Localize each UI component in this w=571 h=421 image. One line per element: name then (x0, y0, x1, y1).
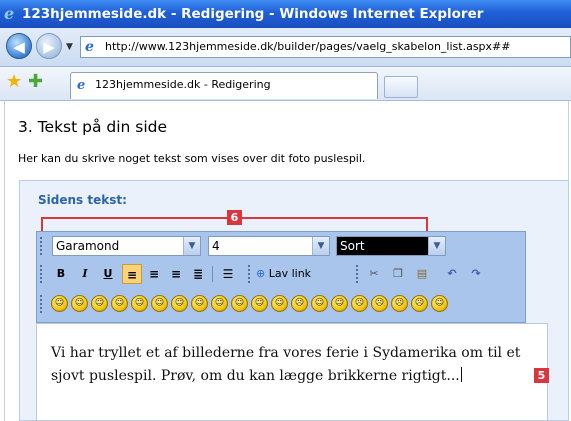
navigation-bar: ◀ ▶ ▼ e http://www.123hjemmeside.dk/buil… (0, 28, 571, 67)
toolbar-row-font: Garamond ▼ 4 ▼ Sort ▼ (38, 236, 528, 262)
annotation-badge-6: 6 (227, 210, 242, 225)
copy-icon[interactable]: ❐ (388, 264, 408, 284)
font-color-select[interactable]: Sort ▼ (336, 236, 446, 256)
smiley-grin-icon[interactable]: ☺ (71, 295, 88, 312)
address-bar[interactable]: e http://www.123hjemmeside.dk/builder/pa… (80, 36, 571, 58)
smiley-kiss-icon[interactable]: ☺ (271, 295, 288, 312)
smiley-sad-icon[interactable]: ☹ (291, 295, 308, 312)
smiley-blush-icon[interactable]: ☺ (231, 295, 248, 312)
create-link-label: Lav link (268, 267, 312, 280)
bold-button[interactable]: B (51, 264, 71, 284)
smiley-confused-icon[interactable]: ☺ (251, 295, 268, 312)
smiley-surprised-icon[interactable]: ☺ (111, 295, 128, 312)
page-title: 3. Tekst på din side (18, 118, 168, 136)
chevron-down-icon[interactable]: ▼ (312, 237, 329, 255)
smiley-smile-icon[interactable]: ☺ (91, 295, 108, 312)
smiley-shock-icon[interactable]: ☺ (211, 295, 228, 312)
smiley-cool-icon[interactable]: ☺ (151, 295, 168, 312)
new-tab-button[interactable] (384, 76, 418, 98)
toolbar-grip[interactable] (40, 295, 45, 313)
toolbar-row-format: B I U ≡ ≡ ≡ ≣ ☰ ⊕ Lav link ✂ ❐ ▤ ↶ ↷ (38, 264, 528, 290)
forward-button[interactable]: ▶ (36, 33, 62, 59)
italic-button[interactable]: I (75, 264, 95, 284)
intro-text: Her kan du skrive noget tekst som vises … (18, 152, 366, 165)
smiley-happy-icon[interactable]: ☺ (51, 295, 68, 312)
toolbar-grip[interactable] (356, 265, 361, 283)
smiley-sleepy-icon[interactable]: ☺ (331, 295, 348, 312)
smiley-evil-icon[interactable]: ☹ (411, 295, 428, 312)
toolbar-grip[interactable] (40, 265, 45, 283)
justify-button[interactable]: ≣ (188, 264, 208, 284)
favorites-bar: ★ ✚ e 123hjemmeside.dk - Redigering (0, 67, 571, 101)
link-globe-icon: ⊕ (256, 267, 266, 280)
align-center-button[interactable]: ≡ (144, 264, 164, 284)
toolbar-grip[interactable] (248, 265, 253, 283)
paste-icon[interactable]: ▤ (412, 264, 432, 284)
page-icon: e (77, 78, 86, 93)
text-cursor (460, 367, 462, 382)
smiley-nerd-icon[interactable]: ☺ (431, 295, 448, 312)
recent-pages-dropdown-icon[interactable]: ▼ (66, 42, 73, 52)
smiley-laugh-icon[interactable]: ☺ (171, 295, 188, 312)
editor-text: Vi har tryllet et af billederne fra vore… (51, 345, 521, 384)
toolbar-grip[interactable] (40, 237, 45, 255)
panel-heading: Sidens tekst: (38, 193, 127, 207)
underline-button[interactable]: U (98, 264, 118, 284)
redo-icon[interactable]: ↷ (466, 264, 486, 284)
chevron-down-icon[interactable]: ▼ (183, 237, 200, 255)
undo-icon[interactable]: ↶ (442, 264, 462, 284)
window-title: 123hjemmeside.dk - Redigering - Windows … (22, 6, 484, 22)
smiley-wink-icon[interactable]: ☺ (131, 295, 148, 312)
create-link-button[interactable]: ⊕ Lav link (256, 264, 336, 284)
font-family-select[interactable]: Garamond ▼ (52, 236, 201, 256)
smiley-tongue-icon[interactable]: ☺ (191, 295, 208, 312)
tab-redigering[interactable]: e 123hjemmeside.dk - Redigering (70, 72, 378, 99)
bullet-list-button[interactable]: ☰ (218, 264, 238, 284)
smiley-sick-icon[interactable]: ☹ (391, 295, 408, 312)
smiley-angry-icon[interactable]: ☹ (371, 295, 388, 312)
chevron-down-icon[interactable]: ▼ (428, 237, 445, 255)
text-editor[interactable]: Vi har tryllet et af billederne fra vore… (36, 323, 548, 421)
toolbar-row-smileys: ☺ ☺ ☺ ☺ ☺ ☺ ☺ ☺ ☺ ☺ ☺ ☺ ☹ ☺ ☺ ☹ ☹ ☹ ☹ ☺ (38, 294, 528, 320)
align-right-button[interactable]: ≡ (166, 264, 186, 284)
align-left-button[interactable]: ≡ (122, 264, 142, 284)
smiley-cry-icon[interactable]: ☹ (351, 295, 368, 312)
font-size-value: 4 (212, 239, 220, 253)
ie-logo-icon: e (4, 4, 15, 23)
toolbar-separator (212, 266, 213, 282)
font-size-select[interactable]: 4 ▼ (208, 236, 330, 256)
editor-content[interactable]: Vi har tryllet et af billederne fra vore… (51, 342, 531, 388)
font-family-value: Garamond (56, 239, 120, 253)
tab-label: 123hjemmeside.dk - Redigering (95, 78, 271, 91)
window-title-bar: e 123hjemmeside.dk - Redigering - Window… (0, 0, 571, 28)
page-icon: e (85, 39, 94, 55)
url-text[interactable]: http://www.123hjemmeside.dk/builder/page… (105, 37, 510, 57)
cut-icon[interactable]: ✂ (364, 264, 384, 284)
favorites-star-icon[interactable]: ★ (6, 73, 22, 91)
smiley-neutral-icon[interactable]: ☺ (311, 295, 328, 312)
add-favorite-icon[interactable]: ✚ (28, 73, 43, 91)
annotation-badge-5: 5 (534, 368, 549, 383)
font-color-value: Sort (340, 239, 365, 253)
back-button[interactable]: ◀ (6, 33, 32, 59)
